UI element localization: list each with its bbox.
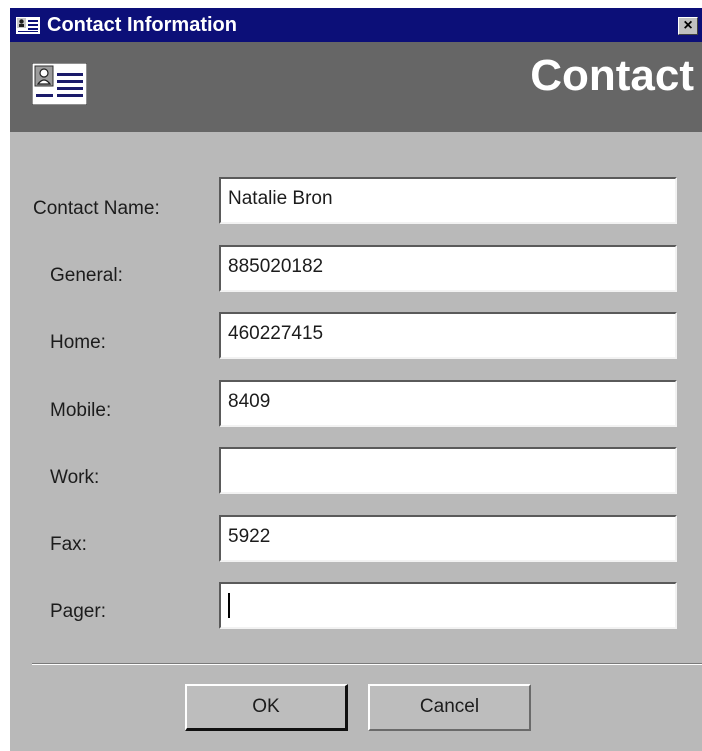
contact-card-icon bbox=[31, 62, 88, 106]
contact-card-icon bbox=[16, 17, 40, 34]
ok-button[interactable]: OK bbox=[185, 684, 348, 731]
text-cursor bbox=[228, 593, 230, 618]
work-label: Work: bbox=[50, 467, 100, 488]
mobile-label: Mobile: bbox=[50, 400, 112, 421]
window-title: Contact Information bbox=[47, 14, 237, 36]
contact-name-label: Contact Name: bbox=[33, 198, 160, 219]
contact-information-dialog: Contact Information × Contact Contact Na… bbox=[10, 8, 702, 751]
work-phone-field[interactable] bbox=[219, 447, 677, 494]
home-label: Home: bbox=[50, 332, 106, 353]
close-icon: × bbox=[683, 17, 693, 34]
general-phone-field[interactable]: 885020182 bbox=[219, 245, 677, 292]
cancel-button[interactable]: Cancel bbox=[368, 684, 531, 731]
header-banner: Contact bbox=[10, 42, 702, 132]
contact-name-field[interactable]: Natalie Bron bbox=[219, 177, 677, 224]
general-label: General: bbox=[50, 265, 123, 286]
title-bar[interactable]: Contact Information × bbox=[10, 8, 702, 42]
fax-label: Fax: bbox=[50, 534, 87, 555]
header-title: Contact bbox=[530, 51, 694, 100]
pager-label: Pager: bbox=[50, 601, 106, 622]
close-button[interactable]: × bbox=[678, 17, 698, 35]
separator bbox=[32, 663, 702, 665]
fax-field[interactable]: 5922 bbox=[219, 515, 677, 562]
pager-field[interactable] bbox=[219, 582, 677, 629]
home-phone-field[interactable]: 460227415 bbox=[219, 312, 677, 359]
mobile-phone-field[interactable]: 8409 bbox=[219, 380, 677, 427]
